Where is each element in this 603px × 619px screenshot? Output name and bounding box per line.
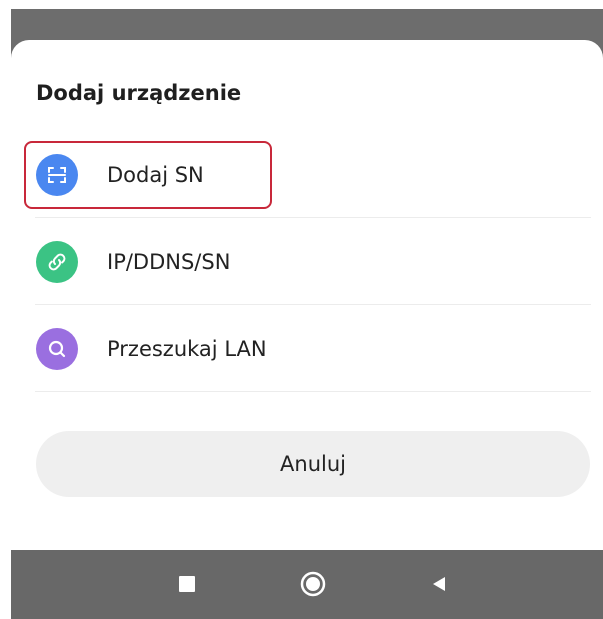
circle-icon[interactable] [293, 564, 333, 604]
highlight-annotation [24, 141, 272, 209]
screen: Dodaj urządzenie Dodaj SN IP/DDNS/SN Prz… [0, 0, 603, 619]
option-search-lan[interactable]: Przeszukaj LAN [11, 306, 603, 392]
cancel-button[interactable]: Anuluj [36, 431, 590, 497]
triangle-back-icon[interactable] [419, 564, 459, 604]
link-icon [36, 241, 78, 283]
navigation-bar [11, 550, 603, 619]
sheet-title: Dodaj urządzenie [36, 81, 242, 105]
option-ip-ddns-sn-label: IP/DDNS/SN [107, 250, 231, 274]
divider [35, 391, 591, 392]
divider [35, 217, 591, 218]
square-icon[interactable] [167, 564, 207, 604]
search-icon [36, 328, 78, 370]
divider [35, 304, 591, 305]
option-search-lan-label: Przeszukaj LAN [107, 337, 267, 361]
option-ip-ddns-sn[interactable]: IP/DDNS/SN [11, 219, 603, 305]
